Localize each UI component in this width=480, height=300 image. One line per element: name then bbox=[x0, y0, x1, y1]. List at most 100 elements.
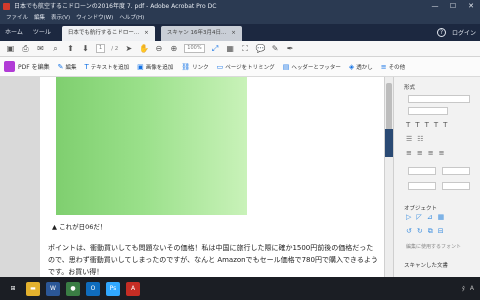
taskbar-start-icon[interactable]: ⊞ bbox=[6, 282, 20, 296]
signin-link[interactable]: ログイン bbox=[452, 28, 476, 37]
search-icon[interactable]: ⌕ bbox=[51, 44, 60, 53]
tray-input-mode-icon[interactable]: A bbox=[470, 285, 474, 292]
zoom-in-icon[interactable]: ⊕ bbox=[169, 44, 178, 53]
taskbar-chrome-icon[interactable]: ● bbox=[66, 281, 80, 296]
edit-tool-label: 編集 bbox=[65, 64, 77, 71]
document-tab-close-icon[interactable]: × bbox=[231, 26, 236, 41]
comment-icon[interactable]: 💬 bbox=[256, 44, 266, 53]
align-justify-icon[interactable]: ≡ bbox=[439, 149, 445, 157]
pdf-page[interactable]: ▲ これが日06だ！ ポイントは、衝動買いしても問題ないその価格！私は中国に旅行… bbox=[40, 77, 388, 277]
edit-tool-add-text[interactable]: T テキストを追加 bbox=[85, 63, 130, 71]
zoom-out-icon[interactable]: ⊖ bbox=[154, 44, 163, 53]
edit-tool-label: 透かし bbox=[356, 64, 373, 71]
flip-icon[interactable]: ▷ bbox=[406, 213, 411, 221]
align-left-icon[interactable]: ≡ bbox=[406, 149, 412, 157]
taskbar-word-icon[interactable]: W bbox=[46, 281, 60, 296]
prev-page-icon[interactable]: ⬆ bbox=[66, 44, 75, 53]
tab-home[interactable]: ホーム bbox=[0, 24, 28, 41]
menu-edit[interactable]: 編集 bbox=[34, 13, 45, 24]
pen-icon[interactable]: ✒ bbox=[286, 44, 295, 53]
font-settings-link[interactable]: 編集に使用するフォント bbox=[406, 243, 461, 250]
page-number-input[interactable]: 1 bbox=[96, 44, 106, 53]
align-right-icon[interactable]: ≡ bbox=[428, 149, 434, 157]
text-style-subscript[interactable]: T bbox=[443, 121, 447, 129]
edit-tool-crop[interactable]: ▭ ページをトリミング bbox=[217, 63, 275, 71]
menu-window[interactable]: ウィンドウ(W) bbox=[76, 13, 113, 24]
text-style-underline[interactable]: T bbox=[425, 121, 429, 129]
font-size-select[interactable] bbox=[408, 107, 448, 115]
fit-page-icon[interactable]: ⤢ bbox=[211, 44, 220, 53]
text-style-superscript[interactable]: T bbox=[434, 121, 438, 129]
full-screen-icon[interactable]: ⛶ bbox=[241, 44, 250, 53]
arrange-icon[interactable]: ⊿ bbox=[427, 213, 433, 221]
font-family-select[interactable] bbox=[408, 95, 470, 103]
taskbar-acrobat-icon[interactable]: A bbox=[126, 281, 140, 296]
align-tools: ≡ ≡ ≡ ≡ bbox=[406, 149, 445, 157]
scroll-mode-icon[interactable]: ▦ bbox=[226, 44, 235, 53]
taskbar-explorer-icon[interactable]: ▬ bbox=[26, 281, 40, 296]
document-tab-inactive[interactable]: スキャン 16年3月4日... × bbox=[160, 26, 242, 41]
body-paragraph[interactable]: ポイントは、衝動買いしても問題ないその価格！私は中国に旅行した際に確か1500円… bbox=[48, 242, 378, 277]
tab-tools[interactable]: ツール bbox=[28, 24, 56, 41]
rotate-icon[interactable]: ◸ bbox=[416, 213, 421, 221]
edit-tool-more[interactable]: ≡ その他 bbox=[381, 63, 405, 71]
edit-tool-label: その他 bbox=[388, 64, 406, 71]
edit-tool-link[interactable]: ⛓ リンク bbox=[181, 63, 208, 71]
document-tab-close-icon[interactable]: × bbox=[144, 26, 149, 41]
line-spacing-select[interactable] bbox=[408, 167, 436, 175]
format-section-title: 形式 bbox=[404, 85, 416, 91]
edit-tool-edit[interactable]: ✎ 編集 bbox=[58, 63, 77, 71]
help-icon[interactable]: ? bbox=[436, 28, 446, 37]
edit-pdf-mode-label: PDF を編集 bbox=[18, 64, 50, 71]
crop-image-icon[interactable]: ▦ bbox=[438, 213, 445, 221]
panel-collapse-handle[interactable] bbox=[385, 129, 393, 157]
char-spacing-select[interactable] bbox=[408, 182, 436, 190]
edit-tool-add-image[interactable]: ▣ 画像を追加 bbox=[137, 63, 173, 71]
photo-caption[interactable]: ▲ これが日06だ！ bbox=[52, 221, 106, 231]
mail-icon[interactable]: ✉ bbox=[36, 44, 45, 53]
document-canvas[interactable]: ▲ これが日06だ！ ポイントは、衝動買いしても問題ないその価格！私は中国に旅行… bbox=[0, 77, 393, 277]
vertical-scrollbar[interactable] bbox=[384, 77, 393, 277]
print-icon[interactable]: ⎙ bbox=[21, 44, 30, 53]
text-style-italic[interactable]: T bbox=[415, 121, 419, 129]
edit-tool-header-footer[interactable]: ▤ ヘッダーとフッター bbox=[283, 63, 341, 71]
horizontal-scale-select[interactable] bbox=[442, 182, 470, 190]
menu-help[interactable]: ヘルプ(H) bbox=[119, 13, 144, 24]
acrobat-logo-icon bbox=[3, 3, 10, 10]
menu-view[interactable]: 表示(V) bbox=[51, 13, 70, 24]
paragraph-spacing-select[interactable] bbox=[442, 167, 470, 175]
tray-ime-icon[interactable]: ﾀ bbox=[462, 284, 465, 293]
photo-placeholder[interactable] bbox=[56, 77, 247, 215]
edit-pdf-mode-button[interactable]: PDF を編集 bbox=[4, 61, 50, 72]
hand-tool-icon[interactable]: ✋ bbox=[139, 44, 149, 53]
next-page-icon[interactable]: ⬇ bbox=[81, 44, 90, 53]
scan-section-title: スキャンした文書 bbox=[404, 263, 449, 269]
taskbar-outlook-icon[interactable]: O bbox=[86, 281, 100, 296]
main-toolbar: ▣ ⎙ ✉ ⌕ ⬆ ⬇ 1 / 2 ➤ ✋ ⊖ ⊕ 100% ⤢ ▦ ⛶ 💬 ✎… bbox=[0, 41, 480, 57]
redo-icon[interactable]: ↻ bbox=[417, 227, 423, 236]
menu-file[interactable]: ファイル bbox=[6, 13, 28, 24]
delete-icon[interactable]: ⊟ bbox=[438, 227, 444, 236]
document-tab-active[interactable]: 日本でも航行するこドロー... × bbox=[61, 26, 155, 41]
select-cursor-icon[interactable]: ➤ bbox=[124, 44, 133, 53]
close-button[interactable]: ✕ bbox=[462, 0, 480, 13]
maximize-button[interactable]: ☐ bbox=[444, 0, 462, 13]
undo-icon[interactable]: ↺ bbox=[406, 227, 412, 236]
replace-image-icon[interactable]: ⧉ bbox=[428, 227, 433, 236]
align-center-icon[interactable]: ≡ bbox=[417, 149, 423, 157]
zoom-select[interactable]: 100% bbox=[184, 44, 205, 53]
edit-tool-label: ページをトリミング bbox=[225, 64, 275, 71]
highlight-icon[interactable]: ✎ bbox=[271, 44, 280, 53]
edit-pdf-toolbar: PDF を編集 ✎ 編集 T テキストを追加 ▣ 画像を追加 ⛓ リンク ▭ ページをトリ… bbox=[0, 57, 480, 77]
taskbar-photoshop-icon[interactable]: Ps bbox=[106, 281, 120, 296]
numbered-list-icon[interactable]: ☷ bbox=[417, 135, 423, 143]
save-icon[interactable]: ▣ bbox=[6, 44, 15, 53]
text-style-bold[interactable]: T bbox=[406, 121, 410, 129]
edit-tool-watermark[interactable]: ◈ 透かし bbox=[349, 63, 373, 71]
window-title: 日本でも航空するこドローンの2016年度 7. pdf - Adobe Acro… bbox=[14, 3, 217, 10]
bullet-list-icon[interactable]: ☰ bbox=[406, 135, 412, 143]
taskbar: ⊞ ▬ W ● O Ps A ﾀ A bbox=[0, 277, 480, 300]
window-controls: — ☐ ✕ bbox=[426, 0, 480, 13]
document-tab-label: スキャン 16年3月4日... bbox=[166, 30, 227, 36]
minimize-button[interactable]: — bbox=[426, 0, 444, 13]
